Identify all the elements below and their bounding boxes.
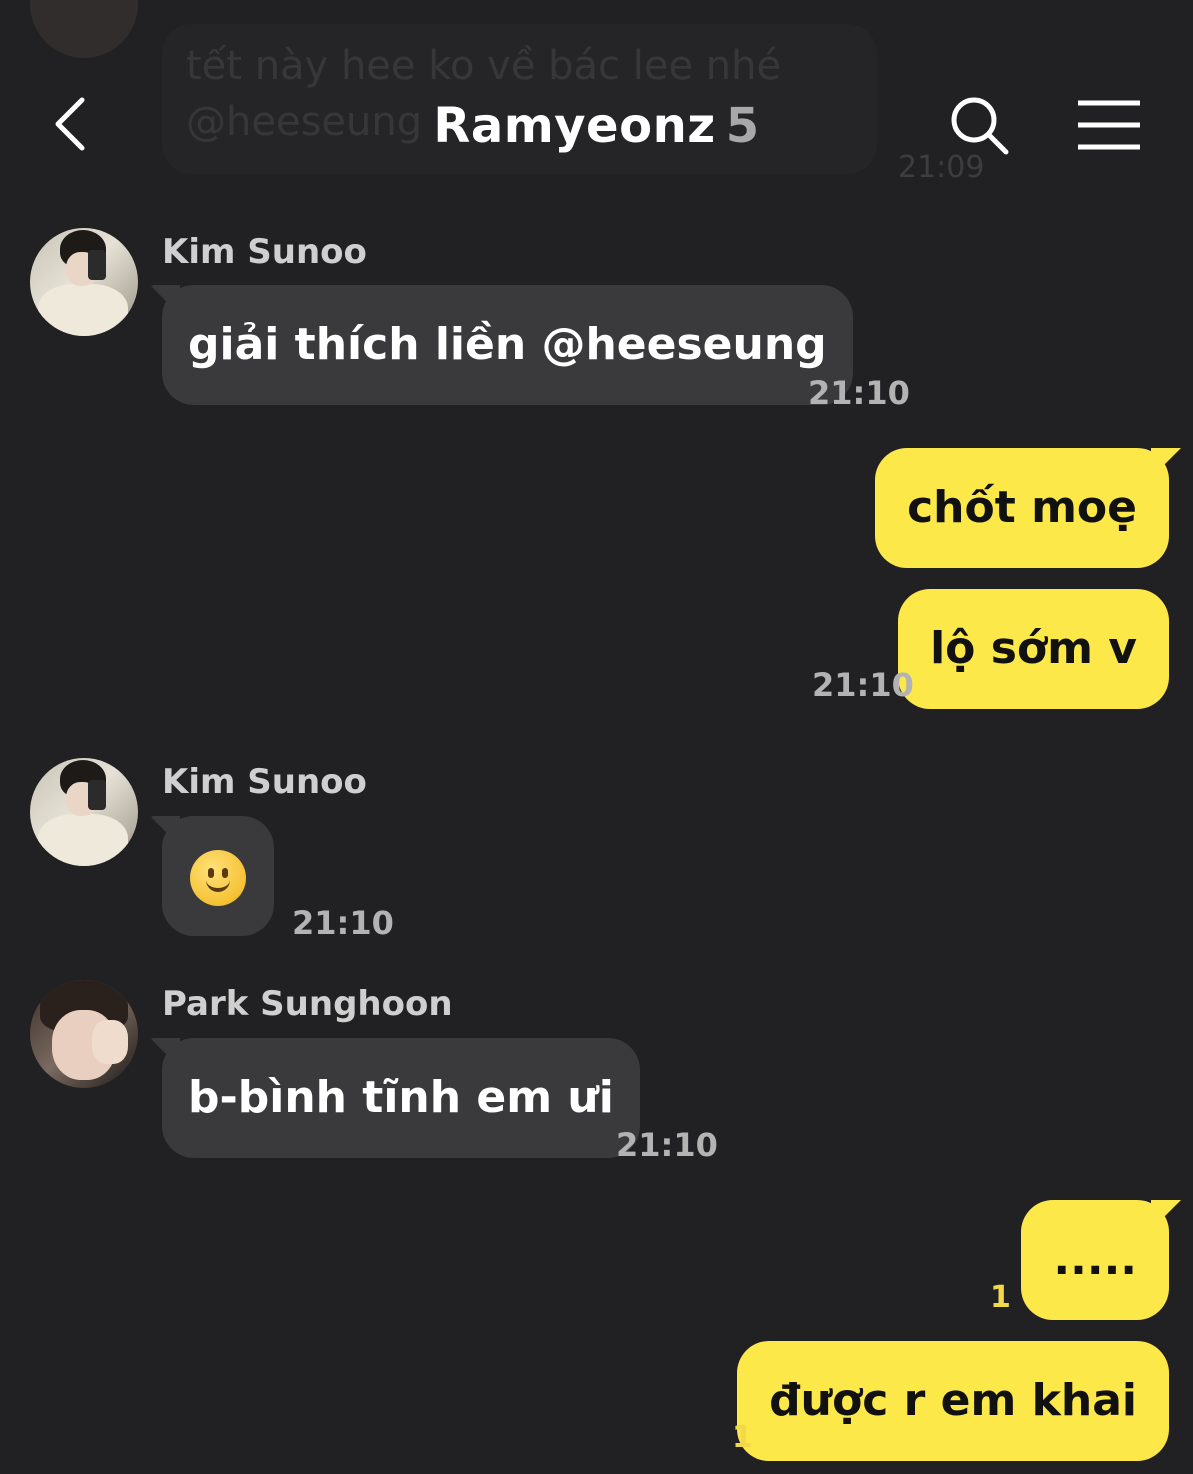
message-time: 21:10 bbox=[616, 1126, 718, 1164]
message-time: 21:10 bbox=[812, 666, 914, 704]
sender-name: Kim Sunoo bbox=[162, 762, 367, 802]
message-bubble[interactable]: chốt moẹ bbox=[875, 448, 1169, 568]
message-text: giải thích liền @heeseung bbox=[188, 319, 827, 370]
message-text: b-bình tĩnh em ưi bbox=[188, 1072, 614, 1123]
message-bubble[interactable]: được r em khai bbox=[737, 1341, 1169, 1461]
avatar[interactable] bbox=[30, 980, 138, 1088]
unread-count: 1 bbox=[732, 1420, 753, 1455]
menu-button[interactable] bbox=[1074, 98, 1144, 152]
search-button[interactable] bbox=[948, 94, 1012, 158]
hamburger-menu-icon bbox=[1078, 100, 1140, 150]
message-bubble[interactable] bbox=[162, 816, 274, 936]
unread-count: 1 bbox=[990, 1280, 1011, 1315]
sender-name: Park Sunghoon bbox=[162, 984, 453, 1024]
chat-title: Ramyeonz 5 bbox=[0, 98, 1193, 154]
avatar[interactable] bbox=[30, 228, 138, 336]
message-bubble[interactable]: giải thích liền @heeseung bbox=[162, 285, 853, 405]
message-text: ..... bbox=[1053, 1234, 1137, 1285]
message-text: lộ sớm v bbox=[930, 623, 1137, 674]
previous-avatar bbox=[30, 0, 138, 58]
search-icon bbox=[951, 97, 1009, 155]
message-text: được r em khai bbox=[769, 1375, 1137, 1426]
message-text: chốt moẹ bbox=[907, 482, 1137, 533]
chat-header: Ramyeonz 5 bbox=[0, 60, 1193, 190]
message-bubble[interactable]: b-bình tĩnh em ưi bbox=[162, 1038, 640, 1158]
message-time: 21:10 bbox=[808, 374, 910, 412]
member-count: 5 bbox=[725, 98, 760, 154]
sender-name: Kim Sunoo bbox=[162, 232, 367, 272]
slightly-smiling-face-icon bbox=[190, 850, 246, 906]
chat-room-name: Ramyeonz bbox=[433, 98, 716, 154]
message-bubble[interactable]: lộ sớm v bbox=[898, 589, 1169, 709]
avatar[interactable] bbox=[30, 758, 138, 866]
message-bubble[interactable]: ..... bbox=[1021, 1200, 1169, 1320]
message-time: 21:10 bbox=[292, 904, 394, 942]
